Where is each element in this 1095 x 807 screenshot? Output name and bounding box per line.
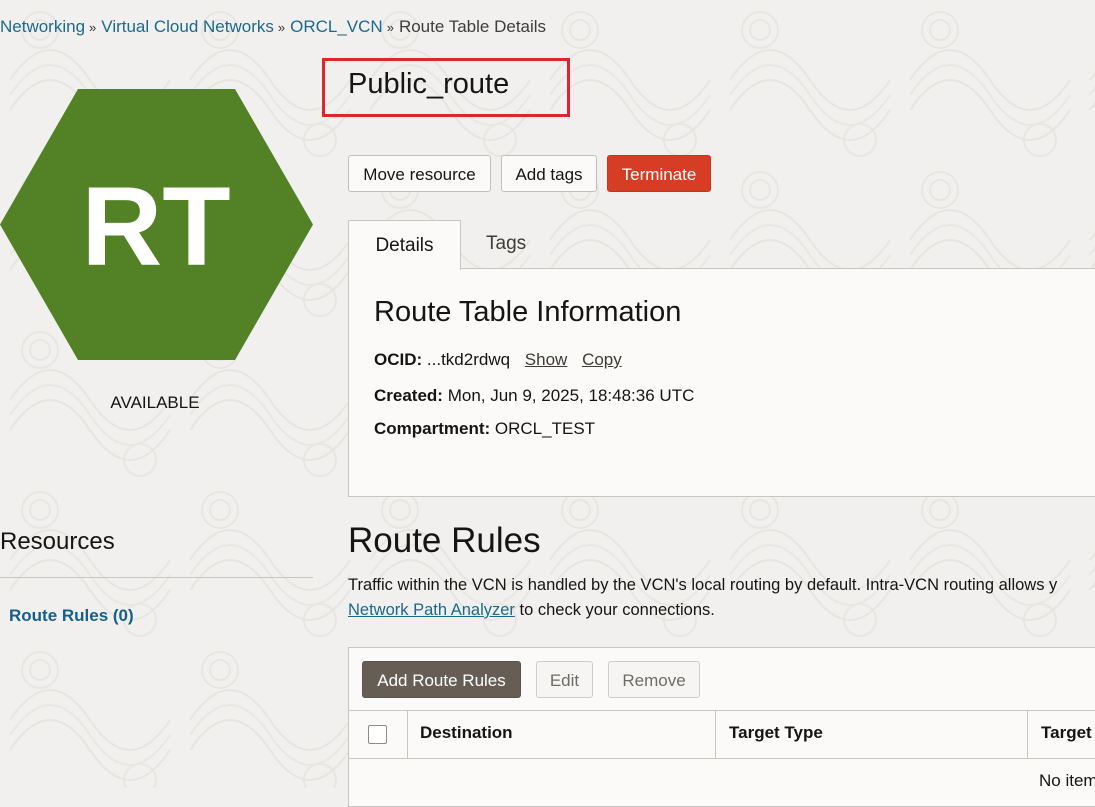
route-rules-description: Traffic within the VCN is handled by the… (348, 573, 1057, 623)
resources-heading: Resources (0, 528, 115, 555)
route-table-hexagon-icon: RT (0, 89, 313, 360)
breadcrumb-current: Route Table Details (398, 17, 547, 36)
column-header-target-type[interactable]: Target Type (729, 723, 823, 743)
route-rules-desc-line1: Traffic within the VCN is handled by the… (348, 576, 1058, 594)
breadcrumb-separator: » (386, 20, 394, 35)
ocid-show-link[interactable]: Show (525, 350, 568, 369)
ocid-row: OCID: ...tkd2rdwq Show Copy (374, 350, 622, 370)
network-path-analyzer-link[interactable]: Network Path Analyzer (348, 601, 515, 619)
route-rules-desc-line2: to check your connections. (514, 601, 715, 619)
compartment-label: Compartment: (374, 419, 491, 438)
terminate-button[interactable]: Terminate (607, 155, 711, 192)
sidebar-item-route-rules[interactable]: Route Rules (0) (9, 606, 134, 626)
breadcrumb-separator: » (277, 20, 286, 35)
breadcrumb-separator: » (89, 20, 97, 35)
column-divider (1027, 711, 1028, 758)
info-section-title: Route Table Information (374, 296, 682, 328)
resources-divider (0, 577, 313, 578)
tab-details[interactable]: Details (348, 220, 461, 270)
column-divider (407, 711, 408, 758)
edit-button[interactable]: Edit (536, 661, 593, 698)
compartment-value: ORCL_TEST (494, 419, 596, 438)
column-header-target[interactable]: Target (1041, 723, 1092, 743)
ocid-label: OCID: (374, 350, 423, 369)
created-row: Created: Mon, Jun 9, 2025, 18:48:36 UTC (374, 386, 694, 406)
created-label: Created: (374, 386, 443, 405)
route-rules-heading: Route Rules (348, 521, 541, 560)
remove-button[interactable]: Remove (608, 661, 700, 698)
empty-table-message: No item (1039, 771, 1095, 790)
tab-tags[interactable]: Tags (486, 233, 526, 255)
created-value: Mon, Jun 9, 2025, 18:48:36 UTC (447, 386, 695, 405)
ocid-copy-link[interactable]: Copy (582, 350, 622, 369)
select-all-checkbox[interactable] (368, 725, 387, 744)
breadcrumb-orcl-vcn[interactable]: ORCL_VCN (290, 17, 383, 36)
compartment-row: Compartment: ORCL_TEST (374, 419, 595, 439)
breadcrumb-networking[interactable]: Networking (0, 17, 85, 36)
lifecycle-status: AVAILABLE (110, 393, 200, 412)
breadcrumb-vcns[interactable]: Virtual Cloud Networks (101, 17, 274, 36)
column-divider (715, 711, 716, 758)
ocid-value: ...tkd2rdwq (426, 350, 511, 369)
add-route-rules-button[interactable]: Add Route Rules (362, 661, 521, 698)
move-resource-button[interactable]: Move resource (348, 155, 491, 192)
page-title: Public_route (348, 68, 510, 100)
hexagon-label: RT (81, 164, 230, 289)
column-header-destination[interactable]: Destination (420, 723, 513, 743)
breadcrumb: Networking» Virtual Cloud Networks» ORCL_V… (0, 17, 546, 37)
add-tags-button[interactable]: Add tags (501, 155, 597, 192)
